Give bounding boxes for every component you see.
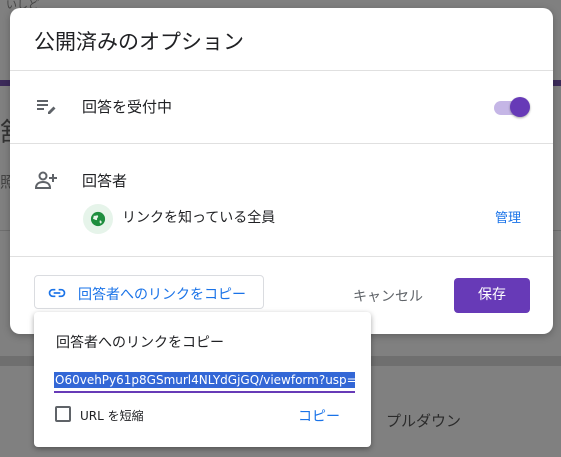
respondent-url-text: O60vehPy61p8GSmurl4NLYdGjGQ/viewform?usp… — [54, 372, 355, 388]
dialog-title: 公開済みのオプション — [34, 30, 244, 54]
link-icon — [48, 288, 66, 298]
copy-link-popover: 回答者へのリンクをコピー O60vehPy61p8GSmurl4NLYdGjGQ… — [34, 312, 371, 447]
cancel-button[interactable]: キャンセル — [353, 286, 423, 306]
copy-respondent-link-label: 回答者へのリンクをコピー — [78, 287, 246, 303]
dialog-divider — [10, 70, 553, 71]
edit-note-icon — [37, 100, 56, 114]
accepting-responses-toggle[interactable] — [492, 97, 530, 117]
popover-title: 回答者へのリンクをコピー — [56, 335, 224, 351]
publish-options-dialog: 公開済みのオプション 回答を受付中 回答者 リンクを知っている全員 管理 回答者… — [10, 8, 553, 334]
toggle-knob — [510, 97, 530, 117]
respondents-label: 回答者 — [82, 172, 128, 190]
shorten-url-label: URL を短縮 — [80, 409, 144, 423]
person-add-icon — [34, 171, 57, 189]
copy-respondent-link-button[interactable]: 回答者へのリンクをコピー — [34, 275, 264, 309]
save-button[interactable]: 保存 — [454, 278, 530, 313]
accepting-responses-label: 回答を受付中 — [82, 98, 173, 116]
dialog-divider — [10, 143, 553, 144]
shorten-url-checkbox[interactable] — [55, 406, 71, 422]
audience-text: リンクを知っている全員 — [122, 210, 276, 226]
respondent-url-field[interactable]: O60vehPy61p8GSmurl4NLYdGjGQ/viewform?usp… — [54, 369, 355, 393]
globe-icon — [90, 211, 106, 227]
dialog-divider — [10, 256, 553, 257]
copy-button[interactable]: コピー — [298, 406, 340, 426]
manage-button[interactable]: 管理 — [495, 207, 521, 226]
background-dropdown-label: プルダウン — [386, 412, 462, 430]
audience-badge — [83, 204, 113, 234]
